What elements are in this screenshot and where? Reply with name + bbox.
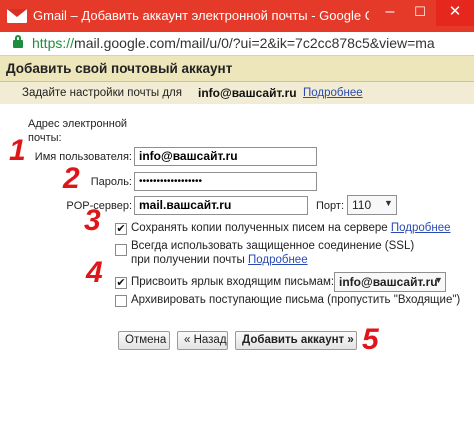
email-address-label: Адрес электронной почты: [28,118,128,144]
step-marker-5: 5 [362,323,379,356]
archive-label: Архивировать поступающие письма (пропуст… [131,294,461,306]
cancel-button[interactable]: Отмена [118,331,170,350]
page-header: Добавить свой почтовый аккаунт [0,56,474,82]
label-select-value: info@вашсайт.ru [339,275,438,289]
minimize-button[interactable]: – [373,0,407,26]
archive-checkbox[interactable] [115,295,127,307]
page-title: Добавить свой почтовый аккаунт [6,61,233,76]
assign-label-checkbox[interactable]: ✔ [115,277,127,289]
gmail-icon [7,9,27,23]
url-scheme: https:// [32,35,75,51]
port-select-value: 110 [352,198,372,212]
address-bar[interactable]: https://mail.google.com/mail/u/0/?ui=2&i… [0,32,474,56]
label-select[interactable]: info@вашсайт.ru ▼ [334,272,446,292]
assign-label-text: Присвоить ярлык входящим письмам: [131,276,335,288]
title-bar: Gmail – Добавить аккаунт электронной поч… [0,0,474,32]
chevron-down-icon: ▼ [384,198,393,208]
step-marker-4: 4 [86,256,103,289]
step-marker-3: 3 [84,204,101,237]
port-label: Порт: [316,200,344,212]
back-button[interactable]: « Назад [177,331,228,350]
keep-copies-checkbox[interactable]: ✔ [115,223,127,235]
lock-icon [13,35,23,48]
chevron-down-icon: ▼ [434,275,443,285]
ssl-more-link[interactable]: Подробнее [248,254,308,266]
port-select[interactable]: 110 ▼ [347,195,397,215]
keep-copies-label: Сохранять копии полученных писем на серв… [131,222,451,234]
subheader-more-link[interactable]: Подробнее [303,87,363,99]
keep-copies-text: Сохранять копии полученных писем на серв… [131,222,388,234]
keep-copies-more-link[interactable]: Подробнее [391,222,451,234]
ssl-checkbox[interactable] [115,244,127,256]
username-field[interactable]: info@вашсайт.ru [134,147,317,166]
url-path: mail.google.com/mail/u/0/?ui=2&ik=7c2cc8… [74,35,435,51]
window-title: Gmail – Добавить аккаунт электронной поч… [33,8,369,23]
maximize-button[interactable]: ☐ [403,0,437,26]
add-account-button[interactable]: Добавить аккаунт » [235,331,357,350]
url-text[interactable]: https://mail.google.com/mail/u/0/?ui=2&i… [32,35,435,51]
subheader-email: info@вашсайт.ru [198,86,297,100]
close-button[interactable]: ✕ [436,0,474,26]
pop-server-label: POP-сервер: [66,200,132,212]
subheader-label: Задайте настройки почты для [22,87,182,99]
ssl-label: Всегда использовать защищенное соединени… [131,239,431,267]
password-field[interactable]: •••••••••••••••••• [134,172,317,191]
settings-subheader: Задайте настройки почты для info@вашсайт… [0,82,474,104]
step-marker-2: 2 [63,162,80,195]
pop-server-field[interactable]: mail.вашсайт.ru [134,196,308,215]
step-marker-1: 1 [9,134,26,167]
